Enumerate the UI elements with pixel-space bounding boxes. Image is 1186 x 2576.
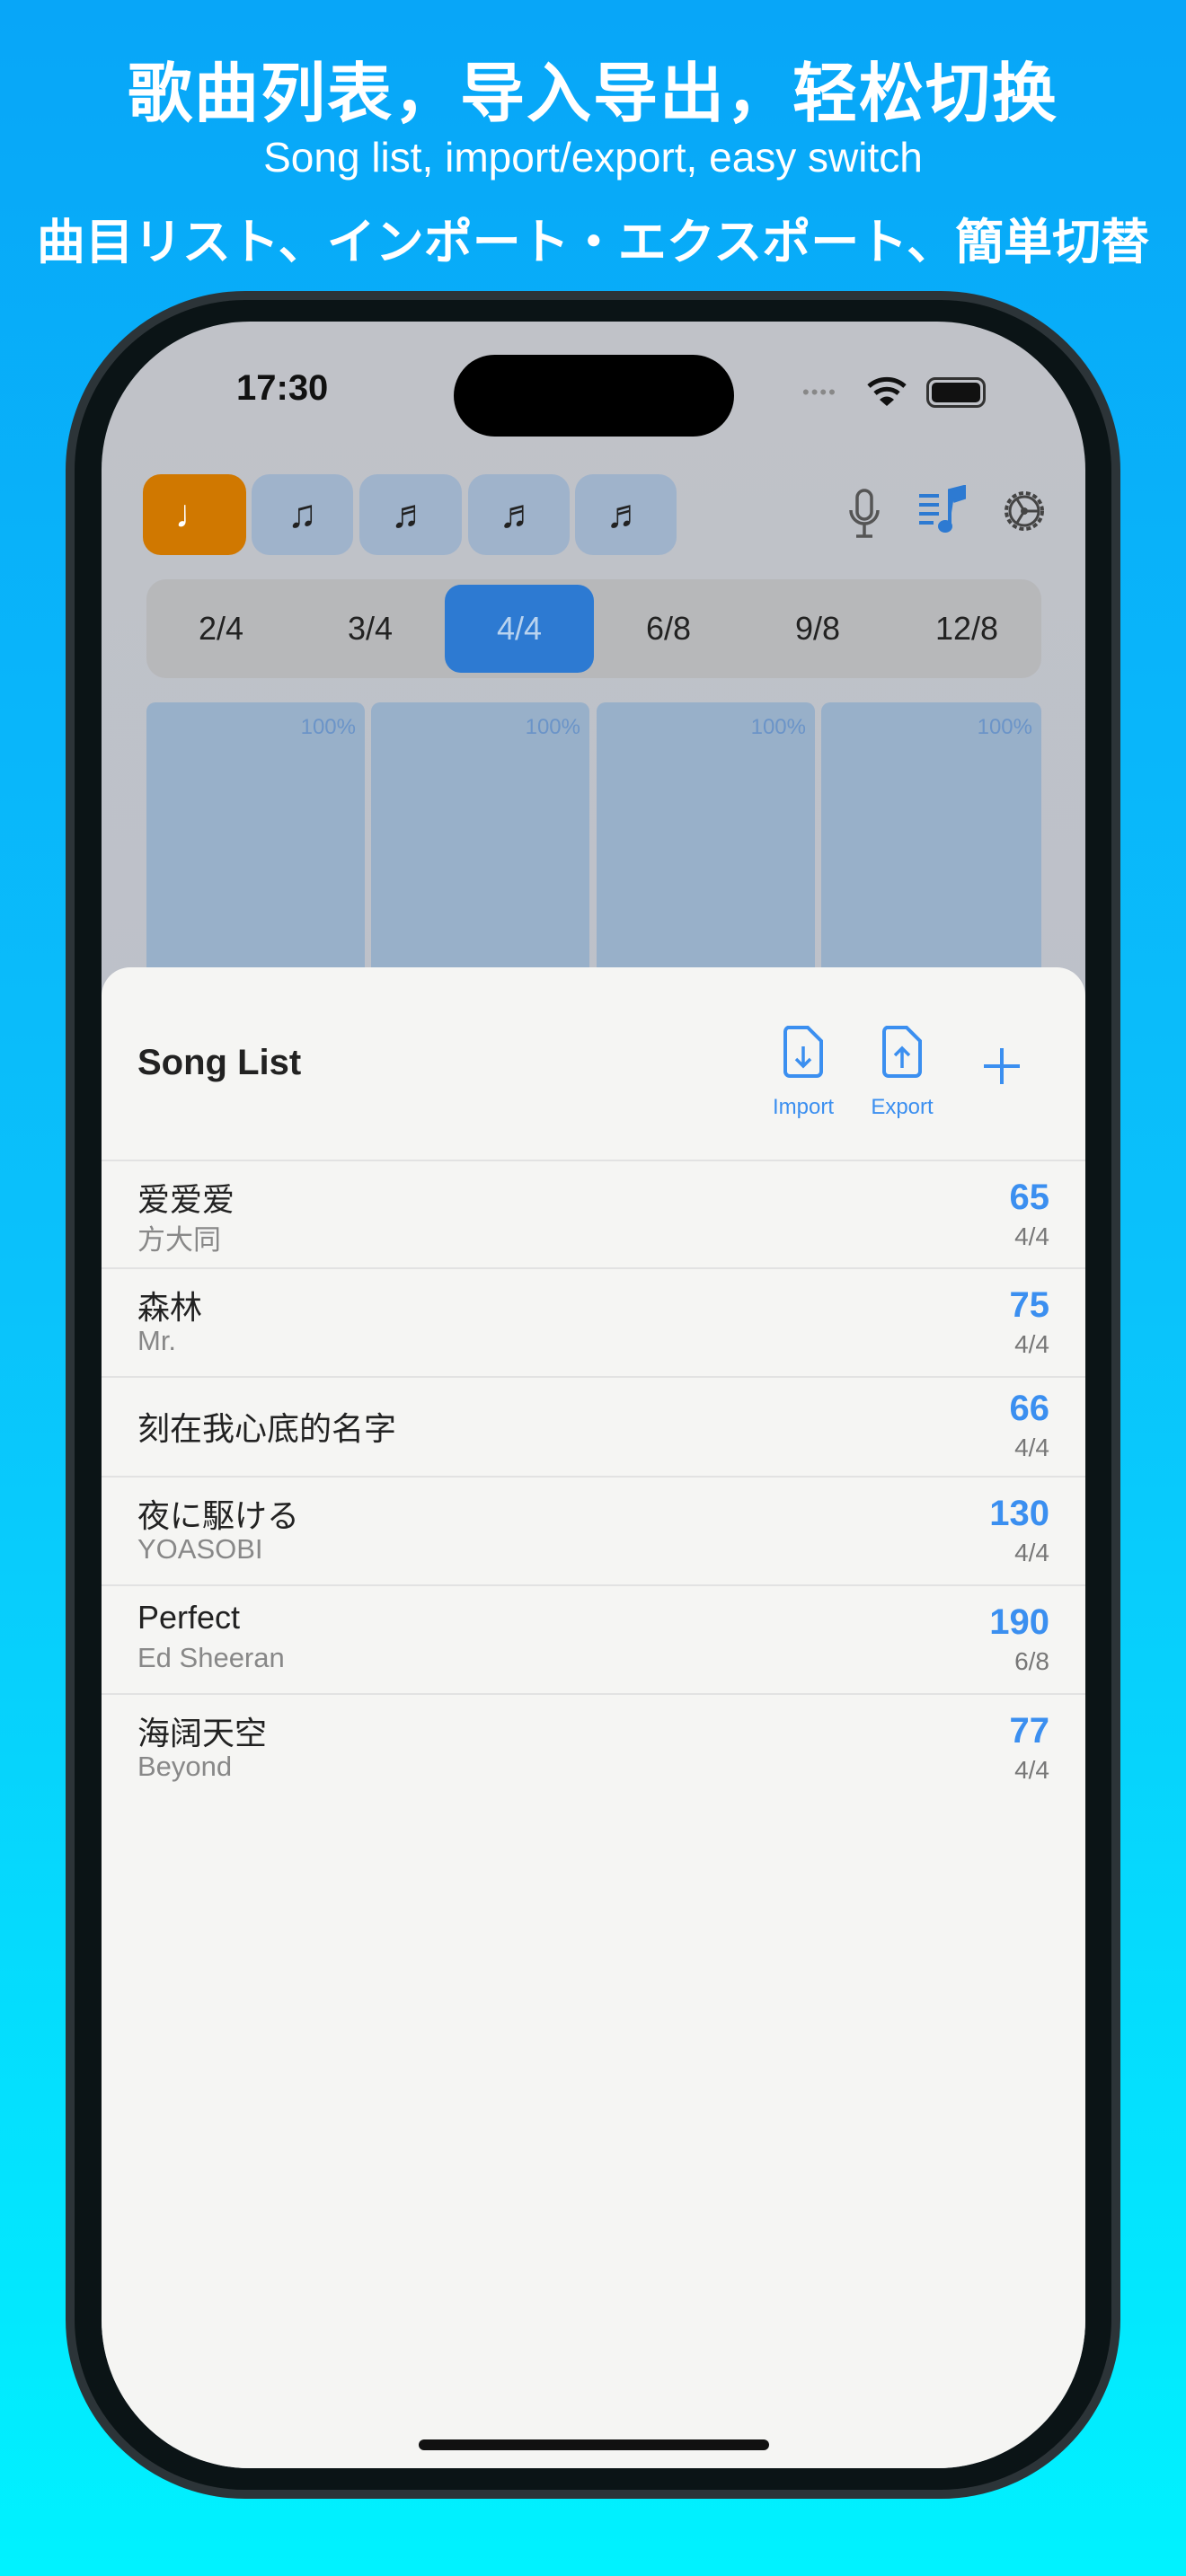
song-artist: Beyond <box>137 1751 233 1782</box>
song-row[interactable]: 森林 Mr. 75 4/4 <box>102 1267 1085 1376</box>
wifi-icon <box>867 376 907 406</box>
song-row[interactable]: 刻在我心底的名字 66 4/4 <box>102 1376 1085 1476</box>
song-time-signature: 4/4 <box>1014 1222 1049 1250</box>
note-sixteenth-button[interactable]: ♬ <box>468 474 570 555</box>
song-title: 爱爱爱 <box>137 1181 235 1218</box>
headline-zh: 歌曲列表，导入导出，轻松切换 <box>127 58 1058 130</box>
song-title: 海阔天空 <box>137 1715 268 1751</box>
time-signature-segmented-control[interactable]: 2/4 3/4 4/4 6/8 9/8 12/8 <box>146 579 1041 678</box>
import-label: Import <box>772 1095 834 1119</box>
note-quarter-button[interactable]: ♩ <box>143 474 246 555</box>
battery-icon <box>926 377 986 408</box>
song-time-signature: 4/4 <box>1014 1756 1049 1784</box>
song-artist: 方大同 <box>137 1224 221 1256</box>
headline-en: Song list, import/export, easy switch <box>263 134 923 181</box>
song-bpm: 75 <box>1009 1285 1050 1325</box>
song-list-sheet: Song List Import Export 爱爱爱 方大同 65 4/4 森林 Mr.… <box>102 967 1085 2468</box>
song-bpm: 190 <box>989 1602 1049 1642</box>
sheet-title: Song List <box>137 1043 302 1082</box>
song-time-signature: 6/8 <box>1014 1647 1049 1675</box>
song-row[interactable]: 爱爱爱方大同 65 4/4 <box>102 1160 1085 1267</box>
segment-3-4[interactable]: 3/4 <box>296 579 445 678</box>
song-row[interactable]: Perfect Ed Sheeran 190 6/8 <box>102 1584 1085 1693</box>
song-bpm: 65 <box>1009 1178 1050 1217</box>
segment-12-8[interactable]: 12/8 <box>892 579 1041 678</box>
dynamic-island <box>454 355 734 437</box>
microphone-icon[interactable] <box>847 489 881 539</box>
import-button[interactable]: Import <box>758 1025 848 1120</box>
segment-2-4[interactable]: 2/4 <box>146 579 296 678</box>
song-time-signature: 4/4 <box>1014 1539 1049 1566</box>
segment-4-4[interactable]: 4/4 <box>445 585 594 673</box>
song-title: 森林 <box>137 1289 203 1326</box>
song-row[interactable]: 海阔天空 Beyond 77 4/4 <box>102 1693 1085 1801</box>
export-file-icon <box>882 1026 922 1078</box>
song-bpm: 130 <box>989 1494 1049 1533</box>
song-title: 刻在我心底的名字 <box>137 1410 397 1447</box>
song-list-icon[interactable] <box>917 485 968 535</box>
song-row[interactable]: 夜に駆ける YOASOBI 130 4/4 <box>102 1476 1085 1584</box>
note-triplet-button[interactable]: ♬ <box>359 474 462 555</box>
export-button[interactable]: Export <box>857 1025 947 1120</box>
song-bpm: 66 <box>1009 1389 1050 1428</box>
beat-bar-2[interactable]: 100% <box>371 702 589 1008</box>
segment-6-8[interactable]: 6/8 <box>594 579 743 678</box>
song-artist: YOASOBI <box>137 1533 263 1565</box>
song-time-signature: 4/4 <box>1014 1330 1049 1358</box>
headline-ja: 曲目リスト、インポート・エクスポート、簡単切替 <box>36 216 1150 269</box>
signal-icon: •••• <box>802 381 837 403</box>
export-label: Export <box>871 1095 934 1119</box>
note-rest-triplet-button[interactable]: ♬ <box>575 474 677 555</box>
beat-bar-4[interactable]: 100% <box>821 702 1041 1008</box>
home-indicator <box>419 2439 769 2450</box>
song-title: Perfect <box>137 1599 241 1636</box>
song-artist: Ed Sheeran <box>137 1642 285 1673</box>
import-file-icon <box>783 1026 823 1078</box>
song-time-signature: 4/4 <box>1014 1434 1049 1461</box>
song-artist: Mr. <box>137 1325 177 1356</box>
phone-screen: 17:30 •••• ♩ ♫ ♬ ♬ ♬ 2/4 3/4 4/4 6/8 9/8… <box>102 322 1085 2468</box>
song-bpm: 77 <box>1009 1711 1050 1751</box>
beat-bar-1[interactable]: 100% <box>146 702 365 1008</box>
note-eighth-button[interactable]: ♫ <box>252 474 353 555</box>
settings-gear-icon[interactable] <box>1000 487 1049 535</box>
song-title: 夜に駆ける <box>137 1497 300 1534</box>
status-time: 17:30 <box>236 368 329 408</box>
beat-bar-3[interactable]: 100% <box>597 702 815 1008</box>
segment-9-8[interactable]: 9/8 <box>743 579 892 678</box>
add-song-plus-icon[interactable] <box>982 1046 1022 1086</box>
